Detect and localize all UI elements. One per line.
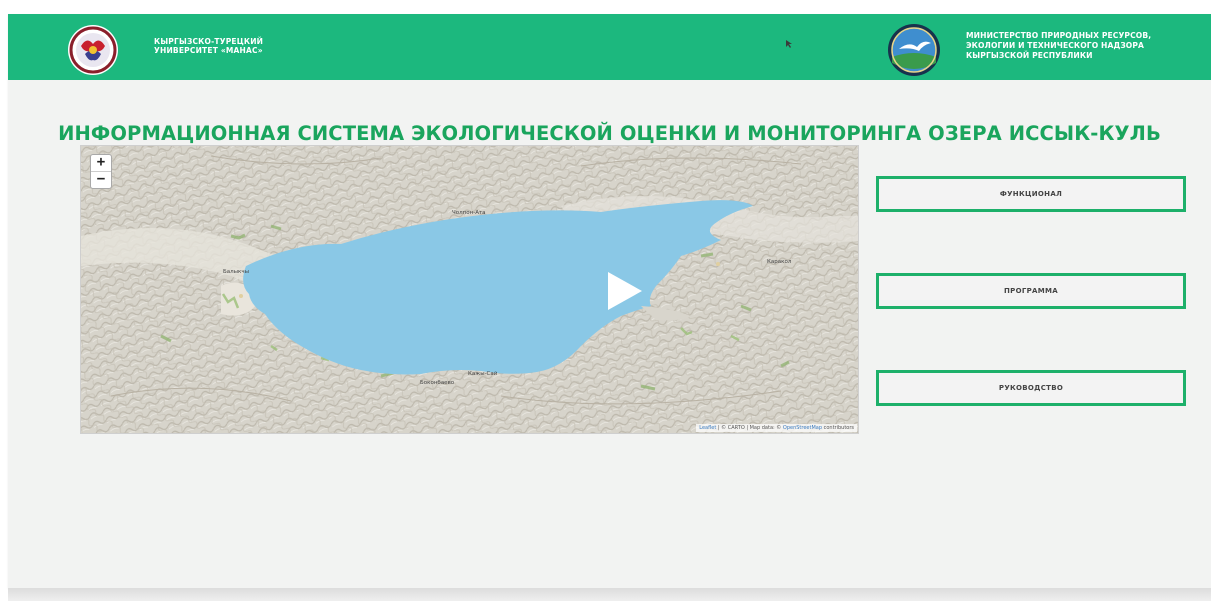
zoom-control: + − <box>90 154 112 189</box>
zoom-in-icon[interactable]: + <box>91 155 111 172</box>
zoom-out-icon[interactable]: − <box>91 172 111 188</box>
ministry-name-line2: ЭКОЛОГИИ И ТЕХНИЧЕСКОГО НАДЗОРА <box>966 41 1145 50</box>
city-label: Чолпон-Ата <box>452 210 486 216</box>
site-header: КЫРГЫЗСКО-ТУРЕЦКИЙ УНИВЕРСИТЕТ «МАНАС» М… <box>8 14 1211 80</box>
ministry-logo[interactable] <box>887 23 941 77</box>
city-label: Кажы-Сай <box>468 371 498 377</box>
page-title: ИНФОРМАЦИОННАЯ СИСТЕМА ЭКОЛОГИЧЕСКОЙ ОЦЕ… <box>58 122 1161 145</box>
manual-button[interactable]: РУКОВОДСТВО <box>876 370 1186 406</box>
city-label: Боконбаево <box>420 380 455 386</box>
attribution-osm-link[interactable]: OpenStreetMap <box>783 425 822 431</box>
ministry-name-line1: МИНИСТЕРСТВО ПРИРОДНЫХ РЕСУРСОВ, <box>966 31 1152 40</box>
university-name: КЫРГЫЗСКО-ТУРЕЦКИЙ УНИВЕРСИТЕТ «МАНАС» <box>154 37 354 55</box>
university-name-line1: КЫРГЫЗСКО-ТУРЕЦКИЙ <box>154 37 264 46</box>
app-window: КЫРГЫЗСКО-ТУРЕЦКИЙ УНИВЕРСИТЕТ «МАНАС» М… <box>8 14 1211 588</box>
city-label: Каракол <box>767 259 792 265</box>
ministry-name: МИНИСТЕРСТВО ПРИРОДНЫХ РЕСУРСОВ, ЭКОЛОГИ… <box>966 31 1211 61</box>
ministry-name-line3: КЫРГЫЗСКОЙ РЕСПУБЛИКИ <box>966 51 1093 60</box>
functional-button[interactable]: ФУНКЦИОНАЛ <box>876 176 1186 212</box>
map-terrain <box>81 146 858 433</box>
attribution-end-text: contributors <box>823 425 854 431</box>
university-name-line2: УНИВЕРСИТЕТ «МАНАС» <box>154 46 263 55</box>
attribution-text: | © CARTO | Map data: © <box>717 425 782 431</box>
play-icon[interactable] <box>602 268 648 314</box>
lake-map[interactable]: Балыкчы Каракол Боконбаево Кажы-Сай Чолп… <box>80 145 859 434</box>
attribution-leaflet-link[interactable]: Leaflet <box>699 425 716 431</box>
city-label: Балыкчы <box>223 269 249 275</box>
program-button[interactable]: ПРОГРАММА <box>876 273 1186 309</box>
window-bottom-edge <box>8 588 1211 601</box>
map-attribution: Leaflet | © CARTO | Map data: © OpenStre… <box>696 424 857 432</box>
mouse-cursor-icon <box>786 40 792 48</box>
university-logo[interactable] <box>67 24 119 76</box>
